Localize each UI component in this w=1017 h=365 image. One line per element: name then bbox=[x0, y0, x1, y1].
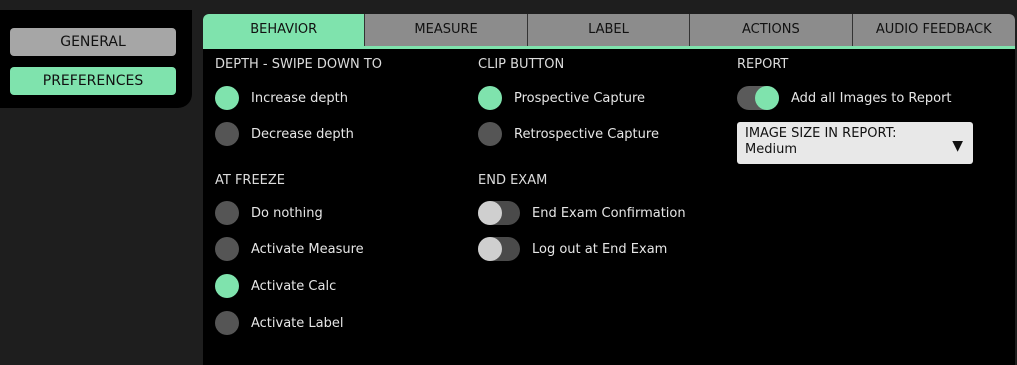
chevron-down-icon: ▼ bbox=[952, 138, 963, 154]
radio-label: Increase depth bbox=[251, 90, 348, 106]
toggle-knob bbox=[755, 86, 779, 110]
toggle-knob bbox=[478, 201, 502, 225]
tab-bar: BEHAVIOR MEASURE LABEL ACTIONS AUDIO FEE… bbox=[203, 14, 1015, 46]
radio-indicator bbox=[478, 86, 502, 110]
radio-indicator bbox=[215, 237, 239, 261]
radio-prospective-capture[interactable]: Prospective Capture bbox=[478, 85, 645, 111]
depth-section-title: DEPTH - SWIPE DOWN TO bbox=[215, 57, 382, 72]
image-size-value: Medium bbox=[745, 142, 797, 157]
radio-label: Decrease depth bbox=[251, 126, 354, 142]
report-section-title: REPORT bbox=[737, 57, 789, 72]
radio-label: Retrospective Capture bbox=[514, 126, 659, 142]
radio-indicator bbox=[215, 122, 239, 146]
radio-do-nothing[interactable]: Do nothing bbox=[215, 200, 323, 226]
end-exam-section-title: END EXAM bbox=[478, 173, 548, 188]
toggle-add-all-images[interactable]: Add all Images to Report bbox=[737, 85, 952, 111]
radio-decrease-depth[interactable]: Decrease depth bbox=[215, 121, 354, 147]
sidebar-item-preferences[interactable]: PREFERENCES bbox=[10, 67, 176, 95]
toggle-log-out-at-end-exam[interactable]: Log out at End Exam bbox=[478, 236, 667, 262]
toggle-label: End Exam Confirmation bbox=[532, 205, 686, 221]
radio-label: Prospective Capture bbox=[514, 90, 646, 106]
radio-activate-calc[interactable]: Activate Calc bbox=[215, 273, 336, 299]
toggle-switch bbox=[478, 237, 520, 261]
tab-behavior[interactable]: BEHAVIOR bbox=[203, 14, 366, 46]
tab-audio-feedback[interactable]: AUDIO FEEDBACK bbox=[852, 14, 1015, 46]
radio-indicator bbox=[215, 274, 239, 298]
toggle-end-exam-confirmation[interactable]: End Exam Confirmation bbox=[478, 200, 686, 226]
radio-indicator bbox=[215, 201, 239, 225]
settings-panel: BEHAVIOR MEASURE LABEL ACTIONS AUDIO FEE… bbox=[203, 14, 1015, 365]
toggle-switch bbox=[478, 201, 520, 225]
toggle-knob bbox=[478, 237, 502, 261]
tab-measure[interactable]: MEASURE bbox=[365, 14, 528, 46]
tab-label[interactable]: LABEL bbox=[527, 14, 691, 46]
radio-indicator bbox=[478, 122, 502, 146]
clip-button-section-title: CLIP BUTTON bbox=[478, 57, 565, 72]
radio-indicator bbox=[215, 311, 239, 335]
radio-label: Activate Label bbox=[251, 315, 344, 331]
toggle-switch bbox=[737, 86, 779, 110]
radio-label: Do nothing bbox=[251, 205, 323, 221]
radio-activate-label[interactable]: Activate Label bbox=[215, 310, 343, 336]
radio-indicator bbox=[215, 86, 239, 110]
at-freeze-section-title: AT FREEZE bbox=[215, 173, 286, 188]
radio-activate-measure[interactable]: Activate Measure bbox=[215, 236, 364, 262]
radio-label: Activate Calc bbox=[251, 278, 337, 294]
image-size-label: IMAGE SIZE IN REPORT: bbox=[745, 126, 897, 141]
radio-retrospective-capture[interactable]: Retrospective Capture bbox=[478, 121, 659, 147]
tab-actions[interactable]: ACTIONS bbox=[690, 14, 853, 46]
radio-label: Activate Measure bbox=[251, 241, 364, 257]
radio-increase-depth[interactable]: Increase depth bbox=[215, 85, 348, 111]
sidebar: GENERAL PREFERENCES bbox=[0, 10, 192, 108]
tab-underline bbox=[203, 46, 1015, 49]
sidebar-item-general[interactable]: GENERAL bbox=[10, 28, 176, 56]
toggle-label: Add all Images to Report bbox=[791, 90, 952, 106]
image-size-select[interactable]: IMAGE SIZE IN REPORT: Medium ▼ bbox=[737, 122, 973, 164]
toggle-label: Log out at End Exam bbox=[532, 241, 668, 257]
